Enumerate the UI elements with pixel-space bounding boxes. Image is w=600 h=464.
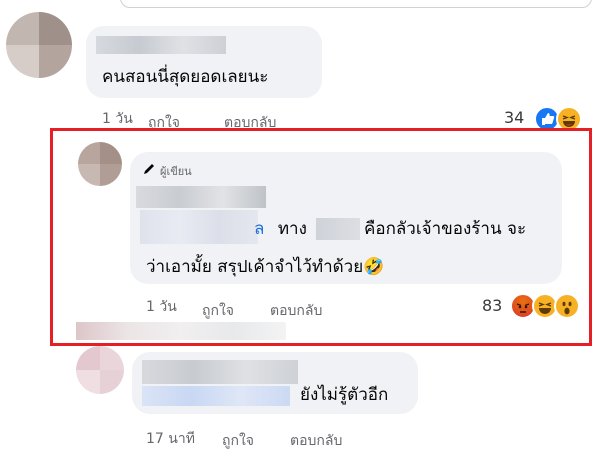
comment-input-box[interactable] <box>120 0 592 8</box>
collapsed-reply-strip <box>76 322 286 340</box>
comment-text: คนสอนนี่สุดยอดเลยนะ <box>102 67 269 87</box>
reply-button[interactable]: ตอบกลับ <box>290 430 342 452</box>
mention-link[interactable]: ล <box>254 219 264 239</box>
comment-text-line-2: ว่าเอามั้ย สรุปเค้าจำไว้ทำด้วย🤣 <box>146 257 385 277</box>
avatar[interactable] <box>6 12 72 78</box>
comment-timestamp[interactable]: 17 นาที <box>146 428 195 450</box>
blurred-name <box>136 186 266 208</box>
like-button[interactable]: ถูกใจ <box>222 430 254 452</box>
reply-button[interactable]: ตอบกลับ <box>270 300 322 322</box>
comment-bubble: คนสอนนี่สุดยอดเลยนะ <box>86 26 322 98</box>
rofl-emoji: 🤣 <box>363 257 385 277</box>
comment-text: ยังไม่รู้ตัวอีก <box>300 385 389 405</box>
blurred-text <box>142 386 290 406</box>
comment-timestamp[interactable]: 1 วัน <box>102 108 133 130</box>
author-badge: ผู้เขียน <box>160 165 192 178</box>
avatar[interactable] <box>78 142 122 186</box>
like-button[interactable]: ถูกใจ <box>202 300 234 322</box>
pen-icon <box>144 164 154 174</box>
comment-bubble: ผู้เขียน ล ทาง คือกลัวเจ้าของร้าน จะ ว่า… <box>130 152 562 284</box>
comment-bubble: ยังไม่รู้ตัวอีก <box>132 352 418 414</box>
reaction-count[interactable]: 34 <box>504 108 524 127</box>
avatar[interactable] <box>76 346 124 394</box>
comment-text-line-1: ล ทาง <box>254 219 307 239</box>
blurred-name <box>142 360 298 384</box>
comment-timestamp[interactable]: 1 วัน <box>146 296 177 318</box>
blurred-text <box>140 210 258 244</box>
reaction-count[interactable]: 83 <box>482 296 502 315</box>
comment-text-line-1b: คือกลัวเจ้าของร้าน จะ <box>364 219 527 239</box>
blurred-text <box>316 218 360 240</box>
blurred-name <box>96 36 226 54</box>
wow-icon <box>554 293 580 319</box>
